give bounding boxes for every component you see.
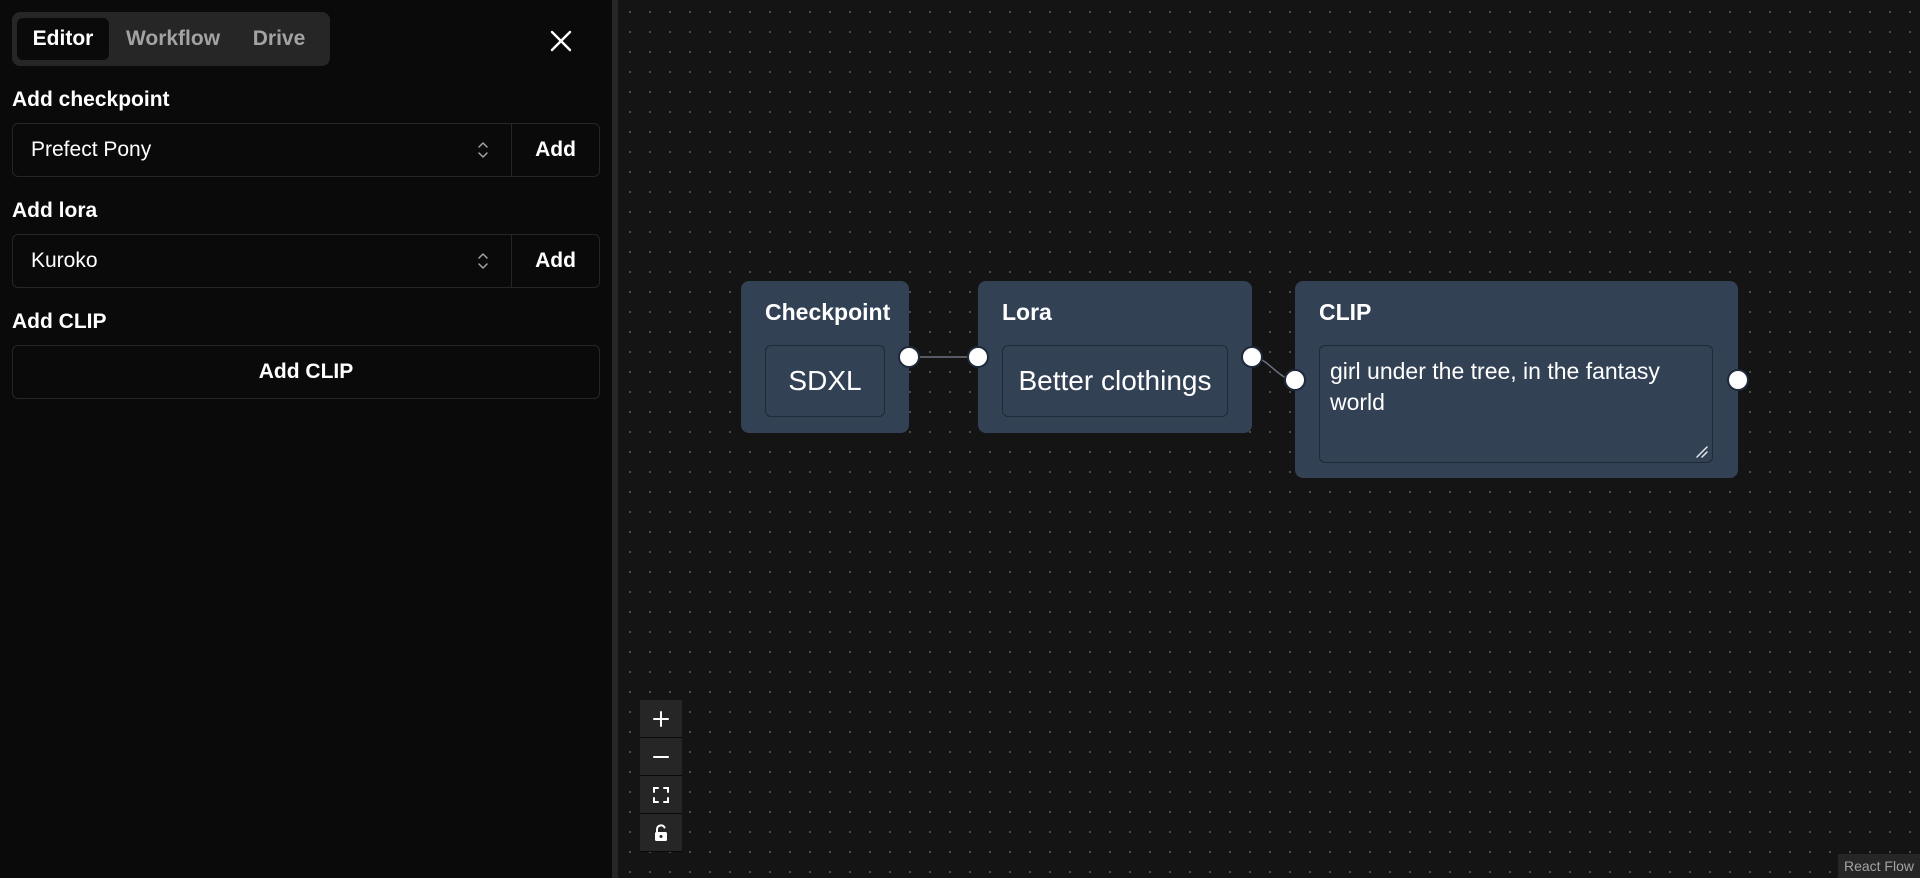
add-lora-button[interactable]: Add: [511, 235, 599, 287]
checkpoint-output-handle[interactable]: [898, 346, 920, 368]
checkpoint-node-title: Checkpoint: [765, 299, 891, 325]
lora-row: Kuroko Add: [12, 234, 600, 288]
checkpoint-node[interactable]: Checkpoint SDXL: [741, 281, 909, 433]
checkpoint-select[interactable]: Prefect Pony: [13, 124, 511, 176]
tab-workflow[interactable]: Workflow: [109, 18, 237, 60]
lora-select[interactable]: Kuroko: [13, 235, 511, 287]
clip-prompt-textarea[interactable]: girl under the tree, in the fantasy worl…: [1319, 345, 1713, 463]
lora-input-handle[interactable]: [967, 346, 989, 368]
fit-view-button[interactable]: [640, 776, 682, 814]
clip-input-handle[interactable]: [1284, 369, 1306, 391]
add-clip-label: Add CLIP: [12, 310, 107, 333]
close-icon: [550, 30, 572, 52]
editor-panel: Editor Workflow Drive Add checkpoint Pre…: [0, 0, 612, 878]
clip-output-handle[interactable]: [1727, 369, 1749, 391]
tab-editor[interactable]: Editor: [17, 18, 109, 60]
fit-view-icon: [653, 786, 669, 803]
lora-node-value[interactable]: Better clothings: [1002, 345, 1228, 417]
resize-handle-icon[interactable]: [1694, 444, 1708, 458]
clip-node[interactable]: CLIP girl under the tree, in the fantasy…: [1295, 281, 1738, 478]
tab-drive[interactable]: Drive: [237, 18, 321, 60]
tab-bar: Editor Workflow Drive: [12, 12, 330, 66]
lora-output-handle[interactable]: [1241, 346, 1263, 368]
zoom-out-icon: [653, 755, 669, 758]
checkpoint-node-value[interactable]: SDXL: [765, 345, 885, 417]
lora-node-title: Lora: [1002, 299, 1052, 325]
zoom-out-button[interactable]: [640, 738, 682, 776]
zoom-in-icon: [653, 710, 669, 727]
add-checkpoint-label: Add checkpoint: [12, 88, 170, 111]
chevron-up-down-icon: [478, 253, 488, 269]
lock-button[interactable]: [640, 814, 682, 852]
close-button[interactable]: [542, 22, 580, 60]
checkpoint-select-value: Prefect Pony: [31, 138, 152, 161]
lock-icon: [655, 823, 667, 841]
zoom-in-button[interactable]: [640, 700, 682, 738]
react-flow-attribution[interactable]: React Flow: [1837, 854, 1920, 878]
lora-select-value: Kuroko: [31, 249, 98, 272]
flow-controls: [640, 700, 682, 852]
chevron-up-down-icon: [478, 142, 488, 158]
add-clip-button[interactable]: Add CLIP: [12, 345, 600, 399]
add-checkpoint-button[interactable]: Add: [511, 124, 599, 176]
lora-node[interactable]: Lora Better clothings: [978, 281, 1252, 433]
add-lora-label: Add lora: [12, 199, 98, 222]
clip-prompt-text: girl under the tree, in the fantasy worl…: [1330, 358, 1660, 415]
checkpoint-row: Prefect Pony Add: [12, 123, 600, 177]
clip-node-title: CLIP: [1319, 299, 1372, 325]
